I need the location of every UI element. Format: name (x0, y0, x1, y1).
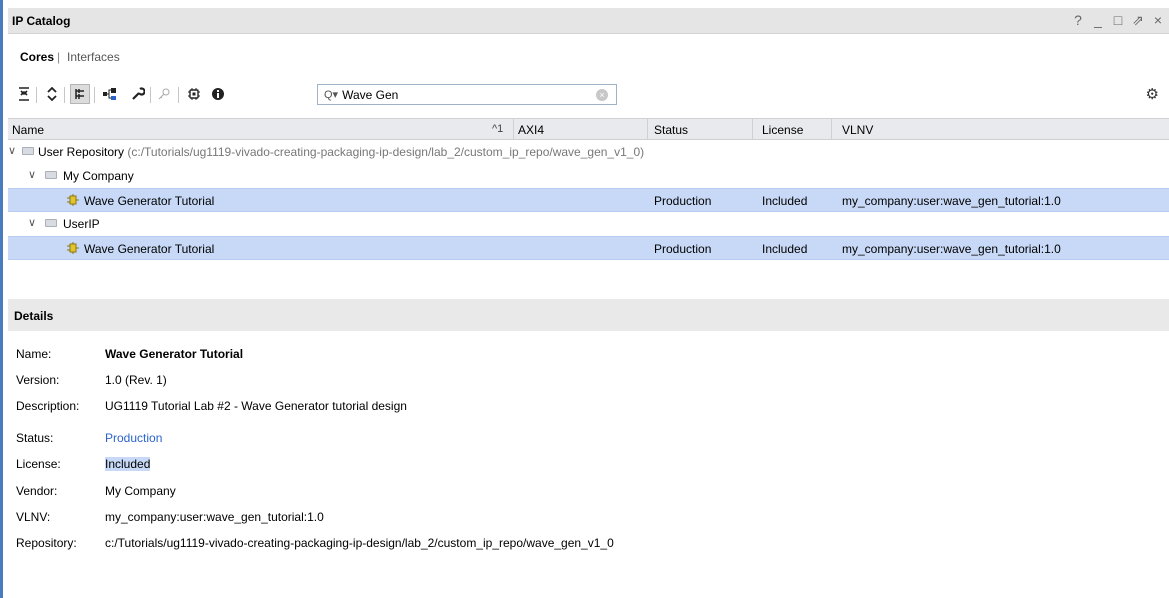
detail-key: Description: (16, 399, 80, 413)
detail-value: UG1119 Tutorial Lab #2 - Wave Generator … (105, 399, 407, 413)
chevron-down-icon[interactable]: ∨ (8, 144, 16, 157)
ip-name: Wave Generator Tutorial (84, 242, 215, 256)
title-bar: IP Catalog ? _ □ ⇗ × (8, 8, 1169, 34)
group-label: UserIP (63, 217, 100, 231)
chevron-down-icon[interactable]: ∨ (28, 216, 36, 229)
detail-key: License: (16, 457, 61, 471)
repository-label: User Repository (38, 145, 125, 159)
toolbar-divider (150, 87, 151, 103)
detail-value: my_company:user:wave_gen_tutorial:1.0 (105, 510, 324, 524)
detail-key: Vendor: (16, 484, 58, 498)
ip-status: Production (654, 242, 712, 256)
help-icon[interactable]: ? (1071, 12, 1085, 29)
window-title: IP Catalog (12, 14, 71, 28)
column-license[interactable]: License (762, 123, 803, 137)
column-vlnv[interactable]: VLNV (842, 123, 873, 137)
hierarchy-icon[interactable] (100, 84, 120, 104)
float-icon[interactable]: ⇗ (1131, 12, 1145, 29)
detail-value: Wave Generator Tutorial (105, 347, 244, 361)
tree-row-repository[interactable]: ∨ User Repository (c:/Tutorials/ug1119-v… (8, 140, 1169, 164)
toolbar-divider (178, 87, 179, 103)
collapse-all-icon[interactable] (14, 84, 34, 104)
window-controls: ? _ □ ⇗ × (1071, 12, 1165, 29)
status-link[interactable]: Production (105, 431, 162, 445)
column-status[interactable]: Status (654, 123, 688, 137)
table-row[interactable]: Wave Generator Tutorial Production Inclu… (8, 188, 1169, 212)
column-divider[interactable] (513, 119, 514, 140)
minimize-icon[interactable]: _ (1091, 12, 1105, 29)
window-left-border (0, 0, 3, 598)
folder-icon (22, 147, 34, 155)
detail-key: Name: (16, 347, 52, 361)
ip-vlnv: my_company:user:wave_gen_tutorial:1.0 (842, 242, 1061, 256)
table-row[interactable]: Wave Generator Tutorial Production Inclu… (8, 236, 1169, 260)
ip-license: Included (762, 194, 808, 208)
repository-path: (c:/Tutorials/ug1119-vivado-creating-pac… (127, 145, 645, 159)
detail-key: Version: (16, 373, 60, 387)
tab-interfaces[interactable]: Interfaces (67, 50, 120, 64)
toolbar-divider (94, 87, 95, 103)
details-panel-header: Details (8, 299, 1169, 331)
ip-name: Wave Generator Tutorial (84, 194, 215, 208)
tree-row-group[interactable]: ∨ My Company (8, 164, 1169, 188)
ip-catalog-window: IP Catalog ? _ □ ⇗ × Cores | Interfaces (0, 0, 1169, 598)
wrench-icon[interactable] (128, 84, 148, 104)
expand-all-icon[interactable] (42, 84, 62, 104)
detail-key: VLNV: (16, 510, 51, 524)
detail-value: My Company (105, 484, 176, 498)
folder-icon (45, 171, 57, 179)
group-icon[interactable] (70, 84, 90, 104)
folder-icon (45, 219, 57, 227)
tree-row-group[interactable]: ∨ UserIP (8, 212, 1169, 236)
detail-key: Status: (16, 431, 54, 445)
ip-vlnv: my_company:user:wave_gen_tutorial:1.0 (842, 194, 1061, 208)
tab-separator: | (57, 50, 61, 64)
column-divider[interactable] (831, 119, 832, 140)
info-icon[interactable] (208, 84, 228, 104)
toolbar: Q▾ × ⚙ (8, 82, 1169, 108)
chevron-down-icon[interactable]: ∨ (28, 168, 36, 181)
detail-value: Included (105, 457, 151, 471)
sort-indicator-icon: ^1 (492, 123, 504, 135)
ip-license: Included (762, 242, 808, 256)
close-icon[interactable]: × (1151, 12, 1165, 29)
toolbar-divider (64, 87, 65, 103)
detail-key: Repository: (16, 536, 77, 550)
maximize-icon[interactable]: □ (1111, 12, 1125, 29)
column-axi4[interactable]: AXI4 (518, 123, 544, 137)
clear-search-icon[interactable]: × (596, 89, 608, 101)
group-label: My Company (63, 169, 134, 183)
view-tabs: Cores | Interfaces (8, 44, 1169, 68)
search-icon: Q▾ (324, 89, 339, 101)
column-name[interactable]: Name (12, 123, 44, 137)
toolbar-divider (36, 87, 37, 103)
ip-core-icon (67, 242, 79, 254)
table-header: Name ^1 AXI4 Status License VLNV (8, 118, 1169, 140)
search-field[interactable]: Q▾ × (317, 84, 617, 105)
settings-gear-icon[interactable]: ⚙ (1146, 85, 1159, 103)
ip-core-icon (67, 194, 79, 206)
column-divider[interactable] (752, 119, 753, 140)
chip-icon[interactable] (184, 84, 204, 104)
tab-cores[interactable]: Cores (20, 50, 54, 64)
details-title: Details (14, 309, 54, 323)
key-icon[interactable] (154, 84, 174, 104)
detail-value: c:/Tutorials/ug1119-vivado-creating-pack… (105, 536, 614, 550)
detail-value: 1.0 (Rev. 1) (105, 373, 167, 387)
search-input[interactable] (342, 87, 593, 102)
ip-status: Production (654, 194, 712, 208)
column-divider[interactable] (647, 119, 648, 140)
